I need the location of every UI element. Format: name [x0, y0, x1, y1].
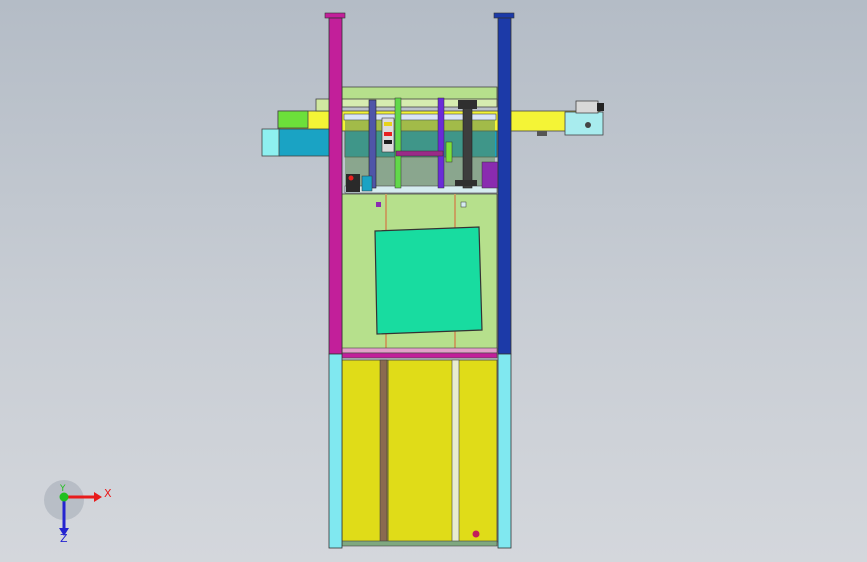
top-track — [343, 113, 497, 121]
lower-cabinet — [341, 359, 498, 547]
beam-top-stub — [315, 98, 331, 112]
lower-cabinet-bar — [379, 359, 388, 543]
magenta-crossbar — [395, 150, 444, 157]
left-column — [328, 17, 343, 355]
upper-cabinet — [341, 193, 498, 353]
left-column-cap — [324, 12, 346, 19]
coordinate-triad: X Y Z — [44, 480, 112, 545]
top-crossbar — [341, 86, 498, 101]
right-column — [497, 17, 512, 355]
upper-cabinet-knob-right — [460, 201, 467, 208]
lower-cabinet-handle — [472, 530, 480, 538]
right-actuator-head — [458, 100, 477, 109]
lower-cabinet-body — [341, 359, 498, 543]
beam-left-cap — [261, 128, 281, 157]
upper-carriage — [341, 86, 499, 194]
sensor-dot-top — [384, 122, 392, 126]
green-stub — [445, 141, 453, 163]
lower-cabinet-divider-right — [451, 359, 460, 543]
x-axis-arrow — [94, 492, 102, 502]
x-axis-label: X — [104, 487, 112, 500]
sensor-dot-mid — [384, 132, 392, 136]
right-actuator-foot — [455, 180, 477, 186]
beam-endplate-bolt — [585, 122, 591, 128]
valve-red — [348, 175, 354, 181]
purple-vertical-bar — [437, 97, 445, 189]
mid-divider — [341, 347, 498, 359]
beam-right-endplate — [564, 111, 604, 136]
z-axis-label: Z — [60, 532, 68, 545]
right-actuator-rod — [462, 104, 473, 189]
green-vertical-bar — [394, 97, 402, 189]
beam-motor-body — [575, 100, 599, 114]
lower-cabinet-base — [341, 540, 498, 547]
beam-foot — [537, 131, 547, 136]
right-column-cap — [493, 12, 515, 19]
beam-motor-shaft — [597, 103, 604, 111]
cad-model-drawing: X Y Z — [44, 12, 604, 549]
beam-blue-block — [278, 128, 333, 157]
y-axis-label: Y — [59, 484, 66, 494]
beam-left-green-block — [277, 110, 309, 129]
sensor-dot-low — [384, 140, 392, 144]
left-column-base — [328, 353, 343, 549]
right-purple-block — [481, 161, 499, 189]
window-panel — [374, 226, 483, 335]
left-actuator-rod — [368, 99, 377, 189]
right-column-base — [497, 353, 512, 549]
cad-viewport[interactable]: X Y Z — [0, 0, 867, 562]
valve-block-2 — [361, 175, 373, 192]
upper-cabinet-knob-left — [376, 202, 381, 207]
